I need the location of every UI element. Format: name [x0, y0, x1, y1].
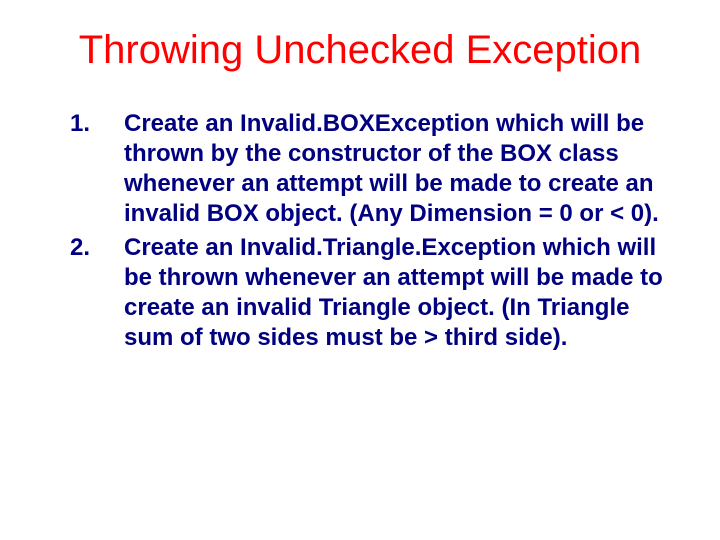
- slide-title: Throwing Unchecked Exception: [40, 28, 680, 73]
- list-item-text: Create an Invalid.BOXException which wil…: [124, 110, 659, 227]
- numbered-list: 1. Create an Invalid.BOXException which …: [40, 109, 680, 353]
- list-item-text: Create an Invalid.Triangle.Exception whi…: [124, 234, 663, 351]
- list-item-number: 2.: [70, 233, 90, 263]
- slide: Throwing Unchecked Exception 1. Create a…: [0, 0, 720, 540]
- list-item: 1. Create an Invalid.BOXException which …: [124, 109, 680, 229]
- list-item: 2. Create an Invalid.Triangle.Exception …: [124, 233, 680, 353]
- list-item-number: 1.: [70, 109, 90, 139]
